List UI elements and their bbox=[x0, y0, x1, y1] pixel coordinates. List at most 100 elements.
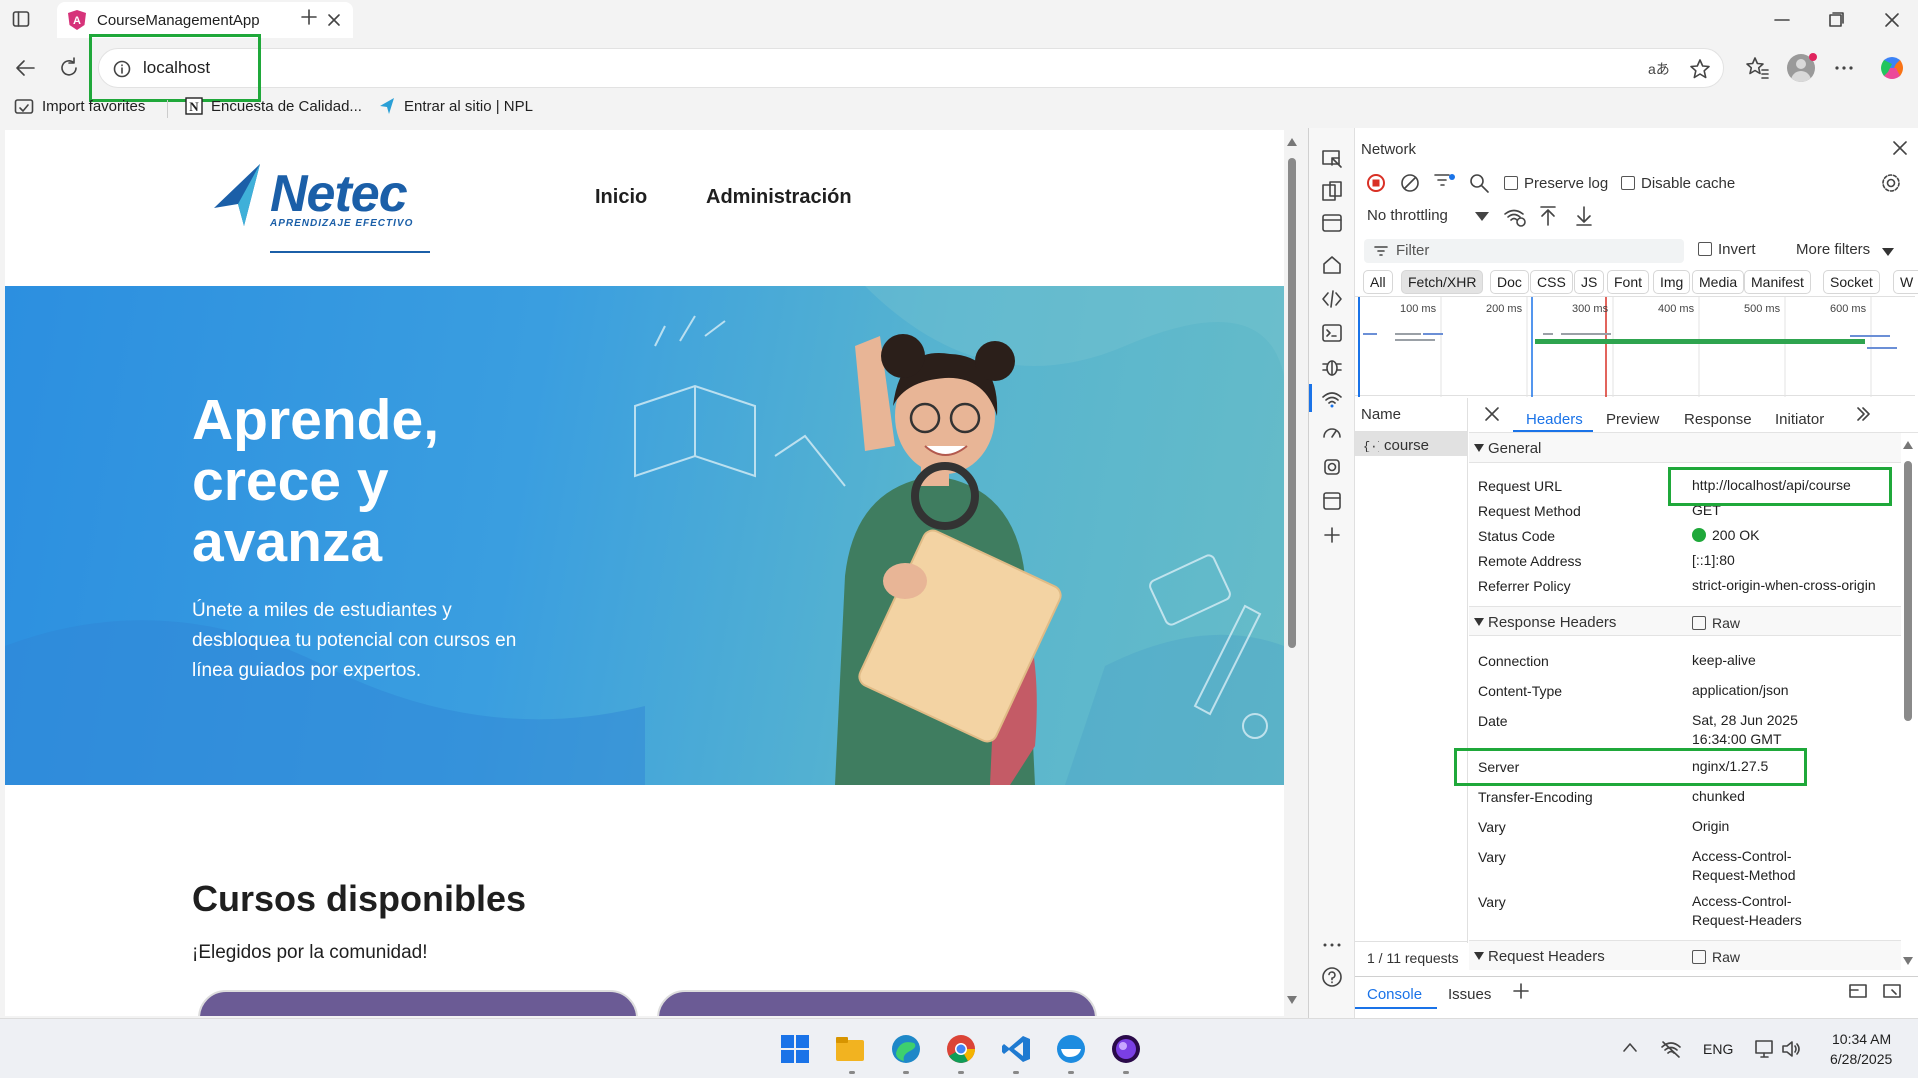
filter-toggle-icon[interactable] bbox=[1433, 171, 1457, 193]
details-scroll-up-icon[interactable] bbox=[1903, 441, 1913, 449]
bookmark-import-favorites[interactable]: Import favorites bbox=[14, 97, 145, 115]
edge-icon[interactable] bbox=[890, 1033, 922, 1065]
throttling-dropdown-icon[interactable] bbox=[1475, 212, 1489, 222]
type-filter-more[interactable]: W bbox=[1893, 270, 1918, 294]
clock-date[interactable]: 6/28/2025 bbox=[1830, 1051, 1892, 1067]
tab-initiator[interactable]: Initiator bbox=[1775, 411, 1824, 428]
course-card[interactable] bbox=[198, 990, 638, 1016]
more-tabs-chevron-icon[interactable] bbox=[1856, 406, 1870, 422]
more-menu-icon[interactable] bbox=[1834, 60, 1854, 76]
display-icon[interactable] bbox=[1754, 1038, 1776, 1060]
favorite-star-icon[interactable] bbox=[1689, 58, 1711, 80]
drawer-tab-console[interactable]: Console bbox=[1355, 977, 1437, 1009]
file-explorer-icon[interactable] bbox=[834, 1033, 866, 1065]
add-drawer-tab-icon[interactable] bbox=[1512, 982, 1530, 1000]
details-scrollbar[interactable] bbox=[1900, 433, 1916, 973]
type-filter-fetch-xhr[interactable]: Fetch/XHR bbox=[1401, 270, 1484, 294]
network-conditions-icon[interactable] bbox=[1503, 205, 1527, 227]
volume-icon[interactable] bbox=[1780, 1038, 1802, 1060]
throttling-select[interactable]: No throttling bbox=[1367, 207, 1448, 224]
sidebar-toggle-icon[interactable] bbox=[12, 10, 30, 28]
type-filter-doc[interactable]: Doc bbox=[1490, 270, 1529, 294]
type-filter-all[interactable]: All bbox=[1363, 270, 1393, 294]
bookmark-encuesta[interactable]: N Encuesta de Calidad... bbox=[185, 97, 362, 115]
type-filter-img[interactable]: Img bbox=[1653, 270, 1691, 294]
copilot-icon[interactable] bbox=[1878, 54, 1906, 82]
restore-icon[interactable] bbox=[1826, 10, 1846, 30]
window-close-icon[interactable] bbox=[1882, 10, 1902, 30]
details-scroll-thumb[interactable] bbox=[1904, 461, 1912, 721]
preserve-log-checkbox[interactable]: Preserve log bbox=[1504, 175, 1608, 192]
undock-icon[interactable] bbox=[1882, 982, 1902, 1000]
docker-icon[interactable] bbox=[1055, 1033, 1087, 1065]
response-raw-checkbox[interactable]: Raw bbox=[1692, 615, 1740, 631]
network-wifi-icon[interactable] bbox=[1321, 388, 1343, 410]
application-icon[interactable] bbox=[1321, 490, 1343, 512]
more-filters-button[interactable]: More filters bbox=[1796, 241, 1870, 258]
type-filter-css[interactable]: CSS bbox=[1530, 270, 1573, 294]
new-tab-icon[interactable] bbox=[300, 8, 318, 26]
read-aloud-icon[interactable]: aあ bbox=[1648, 59, 1670, 79]
more-tools-plus-icon[interactable] bbox=[1321, 524, 1343, 546]
device-toolbar-icon[interactable] bbox=[1321, 180, 1343, 202]
nav-administracion[interactable]: Administración bbox=[706, 186, 852, 209]
invert-checkbox[interactable]: Invert bbox=[1698, 241, 1756, 258]
nav-inicio[interactable]: Inicio bbox=[595, 186, 647, 209]
netec-logo[interactable]: Netec APRENDIZAJE EFECTIVO bbox=[210, 160, 430, 253]
favorites-icon[interactable] bbox=[1745, 56, 1769, 80]
details-scroll-down-icon[interactable] bbox=[1903, 957, 1913, 965]
performance-icon[interactable] bbox=[1321, 422, 1343, 444]
scroll-down-icon[interactable] bbox=[1287, 996, 1297, 1004]
type-filter-media[interactable]: Media bbox=[1692, 270, 1745, 294]
page-scrollbar[interactable] bbox=[1284, 130, 1300, 1016]
home-icon[interactable] bbox=[1321, 254, 1343, 276]
tab-preview[interactable]: Preview bbox=[1606, 411, 1659, 428]
app-purple-icon[interactable] bbox=[1110, 1033, 1142, 1065]
start-windows-icon[interactable] bbox=[779, 1033, 811, 1065]
download-har-icon[interactable] bbox=[1574, 205, 1594, 227]
upload-har-icon[interactable] bbox=[1538, 205, 1558, 227]
bookmark-npl[interactable]: Entrar al sitio | NPL bbox=[378, 97, 533, 115]
close-details-icon[interactable] bbox=[1484, 406, 1500, 422]
sources-bug-icon[interactable] bbox=[1321, 356, 1343, 378]
help-icon[interactable] bbox=[1321, 966, 1343, 988]
inspect-icon[interactable] bbox=[1321, 148, 1343, 170]
scroll-thumb[interactable] bbox=[1288, 158, 1296, 648]
back-icon[interactable] bbox=[14, 58, 36, 78]
filter-input[interactable]: Filter bbox=[1364, 239, 1684, 263]
record-stop-icon[interactable] bbox=[1366, 173, 1386, 193]
type-filter-socket[interactable]: Socket bbox=[1823, 270, 1880, 294]
disable-cache-checkbox[interactable]: Disable cache bbox=[1621, 175, 1735, 192]
drawer-tab-issues[interactable]: Issues bbox=[1448, 986, 1491, 1003]
network-settings-gear-icon[interactable] bbox=[1880, 172, 1902, 194]
course-card[interactable] bbox=[657, 990, 1097, 1016]
chrome-icon[interactable] bbox=[945, 1033, 977, 1065]
type-filter-manifest[interactable]: Manifest bbox=[1744, 270, 1811, 294]
dock-icon[interactable] bbox=[1848, 982, 1868, 1000]
close-tab-icon[interactable] bbox=[327, 13, 341, 27]
clear-icon[interactable] bbox=[1400, 173, 1420, 193]
reload-icon[interactable] bbox=[58, 57, 80, 79]
more-icon[interactable] bbox=[1321, 934, 1343, 956]
more-filters-dropdown-icon[interactable] bbox=[1882, 248, 1894, 257]
language-indicator[interactable]: ENG bbox=[1703, 1041, 1733, 1057]
type-filter-font[interactable]: Font bbox=[1607, 270, 1650, 294]
settings-gear-icon[interactable] bbox=[1321, 456, 1343, 478]
elements-icon[interactable] bbox=[1321, 288, 1343, 310]
welcome-icon[interactable] bbox=[1321, 212, 1343, 234]
tab-response[interactable]: Response bbox=[1684, 411, 1752, 428]
tray-chevron-up-icon[interactable] bbox=[1622, 1041, 1638, 1053]
vary-key: Vary bbox=[1478, 894, 1506, 910]
type-filter-js[interactable]: JS bbox=[1574, 270, 1605, 294]
console-icon[interactable] bbox=[1321, 322, 1343, 344]
clock-time[interactable]: 10:34 AM bbox=[1832, 1031, 1891, 1047]
minimize-icon[interactable] bbox=[1772, 10, 1792, 30]
request-raw-checkbox[interactable]: Raw bbox=[1692, 949, 1740, 965]
search-icon[interactable] bbox=[1468, 172, 1490, 194]
network-disconnected-icon[interactable] bbox=[1660, 1039, 1682, 1059]
close-devtools-icon[interactable] bbox=[1892, 140, 1908, 156]
vscode-icon[interactable] bbox=[1000, 1033, 1032, 1065]
tab-headers[interactable]: Headers bbox=[1513, 400, 1593, 432]
address-bar[interactable]: localhost aあ bbox=[98, 48, 1724, 88]
scroll-up-icon[interactable] bbox=[1287, 138, 1297, 146]
